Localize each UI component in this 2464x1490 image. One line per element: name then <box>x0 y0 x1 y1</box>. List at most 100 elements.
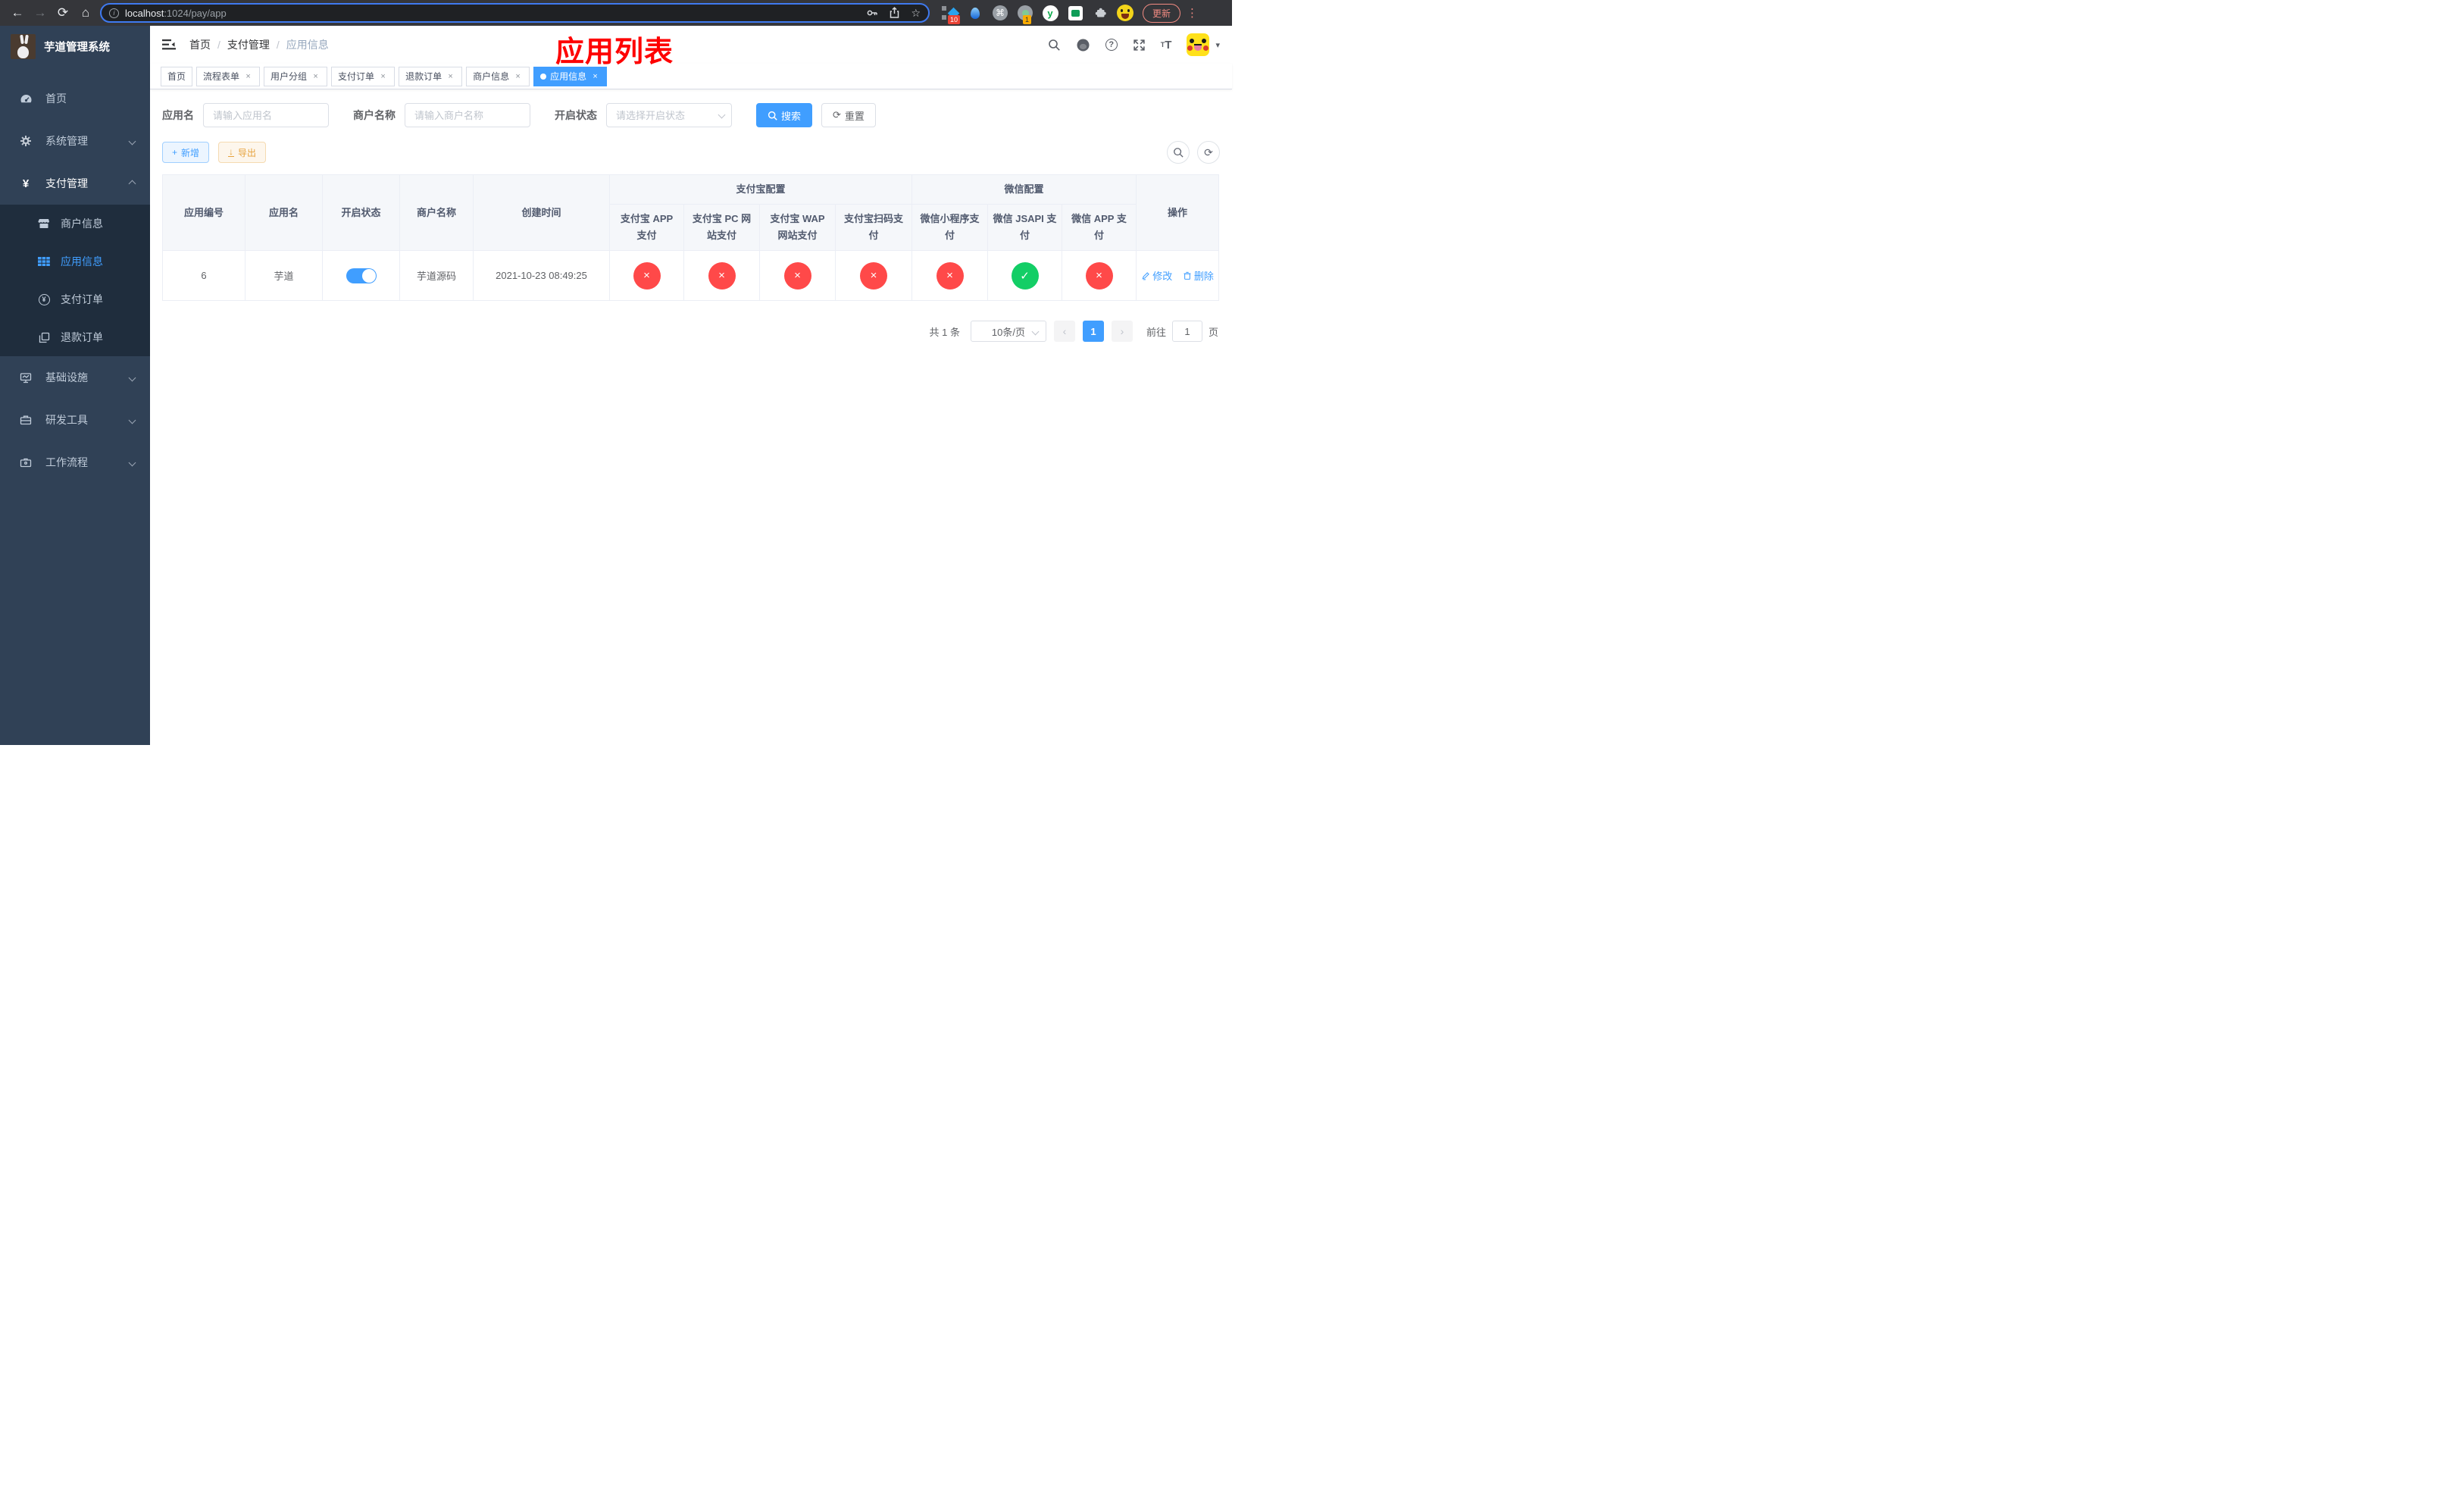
user-avatar[interactable] <box>1187 33 1210 56</box>
sidebar-item-label: 支付管理 <box>45 177 88 189</box>
close-icon[interactable]: × <box>311 67 321 86</box>
breadcrumb-home[interactable]: 首页 <box>189 37 211 52</box>
pagination: 共 1 条 10条/页 ‹ 1 › 前往 页 <box>162 321 1220 342</box>
wx-lite-status-icon: × <box>936 261 964 290</box>
extensions-puzzle-icon[interactable] <box>1092 5 1108 21</box>
sidebar-item-app-info[interactable]: 应用信息 <box>0 243 150 280</box>
trash-icon <box>1184 271 1191 280</box>
grid-icon <box>36 257 52 266</box>
sidebar-item-label: 支付订单 <box>61 293 103 305</box>
app-name-label: 应用名 <box>162 109 194 121</box>
monitor-icon <box>17 372 35 383</box>
toggle-search-button[interactable] <box>1167 141 1190 164</box>
gear-icon <box>17 135 35 147</box>
search-button[interactable]: 搜索 <box>756 103 813 127</box>
sidebar-item-payment[interactable]: ¥ 支付管理 <box>0 162 150 205</box>
close-icon[interactable]: × <box>378 67 388 86</box>
address-bar[interactable]: i localhost:1024/pay/app ☆ <box>100 3 930 23</box>
chevron-down-icon <box>128 137 136 145</box>
extension-command-icon[interactable]: ⌘ <box>992 5 1008 21</box>
sidebar-item-refund-orders[interactable]: 退款订单 <box>0 318 150 356</box>
browser-reload-button[interactable]: ⟳ <box>52 0 74 26</box>
goto-page-input[interactable] <box>1171 321 1202 342</box>
extension-recorder-icon[interactable]: 1 <box>1017 5 1033 24</box>
breadcrumb-payment[interactable]: 支付管理 <box>227 37 270 52</box>
browser-back-button[interactable]: ← <box>6 0 29 26</box>
extension-chat-icon[interactable] <box>1067 5 1083 21</box>
edit-link[interactable]: 修改 <box>1141 268 1172 283</box>
close-icon[interactable]: × <box>513 67 523 86</box>
refresh-icon: ⟳ <box>833 109 841 121</box>
status-toggle[interactable] <box>346 268 377 283</box>
bookmark-star-icon[interactable]: ☆ <box>911 7 921 20</box>
tab-process-form[interactable]: 流程表单 × <box>196 66 261 86</box>
app-name-input[interactable] <box>203 103 329 127</box>
sidebar-item-label: 应用信息 <box>61 255 103 268</box>
add-button[interactable]: + 新增 <box>162 142 210 163</box>
sidebar-item-workflow[interactable]: 工作流程 <box>0 441 150 484</box>
browser-profile-avatar[interactable] <box>1117 5 1134 21</box>
chevron-up-icon <box>128 180 136 187</box>
tab-user-group[interactable]: 用户分组 × <box>264 66 328 86</box>
tab-home[interactable]: 首页 <box>161 66 193 86</box>
next-page-button[interactable]: › <box>1111 321 1133 342</box>
close-icon[interactable]: × <box>590 67 600 86</box>
sidebar: 芋道管理系统 首页 系统管理 ¥ 支付管理 商户信息 应用信息 ¥ 支付订单 退… <box>0 26 150 745</box>
app-logo-row[interactable]: 芋道管理系统 <box>0 26 150 67</box>
col-app-name: 应用名 <box>245 174 323 251</box>
tab-app-info[interactable]: 应用信息 × <box>533 66 608 86</box>
password-key-icon[interactable] <box>866 7 878 19</box>
app-logo-image <box>11 34 36 59</box>
col-operations: 操作 <box>1136 174 1220 251</box>
page-1-button[interactable]: 1 <box>1082 321 1104 342</box>
prev-page-button[interactable]: ‹ <box>1053 321 1075 342</box>
font-size-icon[interactable]: TT <box>1161 39 1172 52</box>
col-group-alipay: 支付宝配置 <box>608 174 913 205</box>
help-icon[interactable]: ? <box>1105 39 1118 51</box>
col-merchant: 商户名称 <box>399 174 474 251</box>
col-alipay-app: 支付宝 APP 支付 <box>609 204 684 251</box>
sidebar-item-infrastructure[interactable]: 基础设施 <box>0 356 150 399</box>
site-info-icon[interactable]: i <box>109 8 119 18</box>
chrome-update-button[interactable]: 更新 <box>1143 3 1181 23</box>
sidebar-item-system[interactable]: 系统管理 <box>0 120 150 162</box>
app-title: 芋道管理系统 <box>44 42 110 54</box>
sidebar-collapse-icon[interactable] <box>162 39 176 51</box>
browser-menu-icon[interactable]: ⋮ <box>1187 6 1198 20</box>
sidebar-item-pay-orders[interactable]: ¥ 支付订单 <box>0 280 150 318</box>
plus-icon: + <box>172 147 178 158</box>
alipay-wap-status-icon: × <box>783 261 811 290</box>
refresh-table-button[interactable]: ⟳ <box>1197 141 1220 164</box>
status-select[interactable] <box>606 103 732 127</box>
total-count: 共 1 条 <box>929 326 960 338</box>
share-icon[interactable] <box>889 7 900 19</box>
delete-link[interactable]: 删除 <box>1183 268 1214 283</box>
reset-button[interactable]: ⟳ 重置 <box>821 103 876 127</box>
extension-badge: 10 <box>948 15 961 24</box>
avatar-caret-icon[interactable]: ▾ <box>1215 40 1220 50</box>
header-search-icon[interactable] <box>1048 39 1061 52</box>
tab-refund-orders[interactable]: 退款订单 × <box>399 66 463 86</box>
sidebar-item-merchant-info[interactable]: 商户信息 <box>0 205 150 243</box>
cell-created: 2021-10-23 08:49:25 <box>473 250 610 301</box>
sidebar-item-home[interactable]: 首页 <box>0 77 150 120</box>
extension-y-icon[interactable]: y <box>1042 5 1058 21</box>
fullscreen-icon[interactable] <box>1133 39 1146 52</box>
browser-forward-button[interactable]: → <box>29 0 52 26</box>
alipay-app-status-icon: × <box>633 261 661 290</box>
merchant-name-input[interactable] <box>405 103 530 127</box>
github-icon[interactable] <box>1076 38 1090 52</box>
page-size-select[interactable]: 10条/页 <box>970 321 1046 342</box>
export-button[interactable]: ↓ 导出 <box>218 142 267 163</box>
extension-blue-diamond-icon[interactable]: 10 <box>942 5 961 24</box>
col-created: 创建时间 <box>473 174 610 251</box>
sidebar-item-dev-tools[interactable]: 研发工具 <box>0 399 150 441</box>
tab-pay-orders[interactable]: 支付订单 × <box>331 66 396 86</box>
sidebar-item-label: 工作流程 <box>45 456 88 468</box>
browser-home-button[interactable]: ⌂ <box>74 0 97 26</box>
alipay-pc-status-icon: × <box>708 261 736 290</box>
tab-merchant-info[interactable]: 商户信息 × <box>466 66 530 86</box>
close-icon[interactable]: × <box>446 67 455 86</box>
close-icon[interactable]: × <box>243 67 253 86</box>
extension-gem-icon[interactable] <box>967 5 983 21</box>
